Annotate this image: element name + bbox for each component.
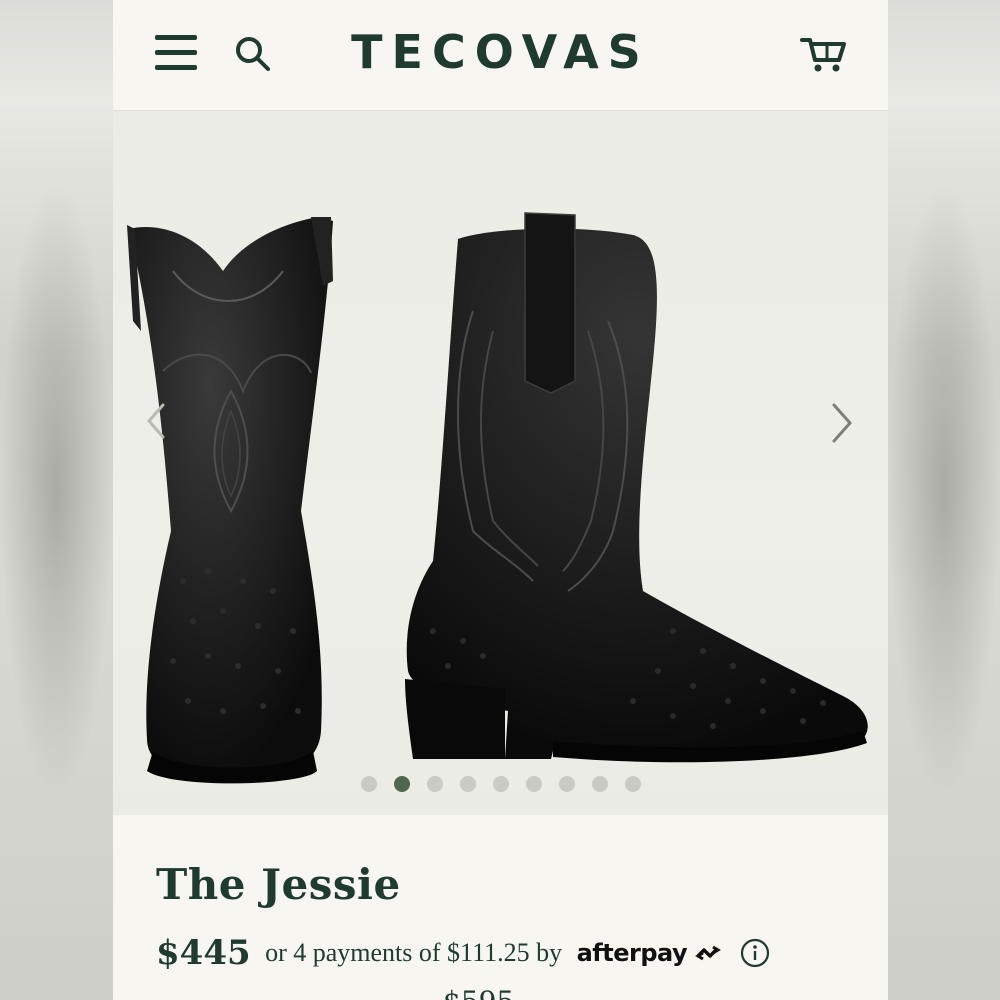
boot-front-view — [127, 217, 333, 784]
pagination-dot[interactable] — [492, 776, 509, 792]
product-price: $445 — [156, 933, 251, 973]
product-image — [127, 212, 868, 784]
pagination-dot[interactable] — [624, 776, 641, 792]
backdrop-left — [0, 0, 113, 1000]
compare-at-price: $595 — [443, 985, 514, 1000]
installment-text: or 4 payments of $111.25 by — [265, 938, 563, 967]
chevron-right-icon[interactable] — [826, 401, 856, 445]
brand-logo[interactable]: TECOVAS — [113, 24, 888, 80]
product-info: The Jessie $445 or 4 payments of $111.25… — [113, 815, 888, 1000]
pagination-dot[interactable] — [360, 776, 377, 792]
afterpay-logo-text: afterpay — [576, 939, 688, 967]
product-title: The Jessie — [156, 860, 401, 909]
product-image-gallery[interactable] — [113, 111, 888, 815]
site-header: TECOVAS — [113, 0, 888, 111]
cart-icon[interactable] — [799, 32, 849, 74]
chevron-left-icon[interactable] — [143, 401, 169, 441]
pagination-dot[interactable] — [591, 776, 608, 792]
afterpay-icon — [694, 945, 721, 961]
pagination-dot[interactable] — [459, 776, 476, 792]
pagination-dot[interactable] — [426, 776, 443, 792]
pagination-dot[interactable] — [525, 776, 542, 792]
gallery-pagination — [113, 776, 888, 792]
price-row: $445 or 4 payments of $111.25 by afterpa… — [156, 933, 770, 979]
boot-side-view — [405, 212, 868, 763]
info-icon[interactable] — [740, 938, 770, 968]
pagination-dot[interactable] — [558, 776, 575, 792]
pagination-dot-active[interactable] — [393, 776, 410, 792]
product-page: TECOVAS The Jessie $445 or 4 payments of… — [113, 0, 888, 1000]
backdrop-right — [888, 0, 1000, 1000]
